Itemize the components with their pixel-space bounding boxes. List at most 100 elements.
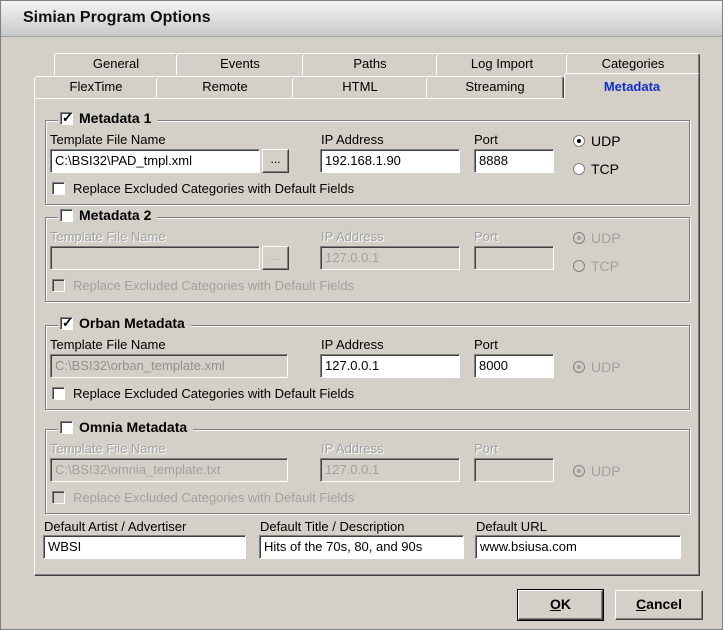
metadata1-replace-checkbox[interactable]: Replace Excluded Categories with Default… [52, 181, 354, 196]
checkbox-box [52, 387, 65, 400]
omnia-template-input[interactable]: C:\BSI32\omnia_template.txt [50, 458, 288, 482]
orban-replace-checkbox[interactable]: Replace Excluded Categories with Default… [52, 386, 354, 401]
orban-ip-input[interactable]: 127.0.0.1 [320, 354, 460, 378]
default-title-label: Default Title / Description [260, 519, 405, 534]
replace-label: Replace Excluded Categories with Default… [73, 490, 355, 505]
tab-label: Events [220, 56, 260, 71]
udp-label: UDP [591, 230, 621, 246]
default-url-input[interactable]: www.bsiusa.com [475, 535, 681, 559]
checkbox-box [52, 279, 65, 292]
ip-label: IP Address [321, 441, 384, 456]
window-title: Simian Program Options [23, 9, 211, 26]
omnia-port-input[interactable] [474, 458, 554, 482]
default-artist-label: Default Artist / Advertiser [44, 519, 187, 534]
port-label: Port [474, 132, 498, 147]
orban-port-input[interactable]: 8000 [474, 354, 554, 378]
metadata2-group: Metadata 2 Template File Name ... IP Add… [45, 207, 690, 302]
tab-flextime[interactable]: FlexTime [34, 76, 158, 98]
tab-label: Paths [353, 56, 387, 71]
default-artist-input[interactable]: WBSI [43, 535, 246, 559]
metadata-panel: Metadata 1 Template File Name C:\BSI32\P… [34, 98, 700, 576]
metadata1-ip-input[interactable]: 192.168.1.90 [320, 149, 460, 173]
radio-dot [573, 260, 585, 272]
metadata2-title: Metadata 2 [79, 207, 152, 223]
metadata2-port-input[interactable] [474, 246, 554, 270]
tab-label: Streaming [465, 79, 525, 94]
omnia-ip-input[interactable]: 127.0.0.1 [320, 458, 460, 482]
ok-label-rest: K [560, 596, 571, 612]
udp-label: UDP [591, 359, 621, 375]
metadata1-udp-radio[interactable]: UDP [573, 133, 621, 149]
metadata2-legend[interactable]: Metadata 2 [58, 207, 158, 223]
tcp-label: TCP [591, 161, 619, 177]
radio-dot [573, 232, 585, 244]
metadata1-enable-checkbox[interactable] [60, 110, 73, 126]
orban-enable-checkbox[interactable] [60, 315, 73, 331]
metadata2-browse-button[interactable]: ... [262, 246, 289, 270]
tab-metadata[interactable]: Metadata [564, 73, 700, 99]
metadata2-tcp-radio[interactable]: TCP [573, 258, 619, 274]
tab-categories[interactable]: Categories [566, 53, 700, 75]
metadata1-legend[interactable]: Metadata 1 [58, 110, 158, 126]
port-label: Port [474, 337, 498, 352]
cancel-button[interactable]: Cancel [615, 590, 703, 620]
orban-legend[interactable]: Orban Metadata [58, 315, 191, 331]
tab-label: General [92, 56, 140, 71]
tab-events[interactable]: Events [176, 53, 304, 75]
replace-label: Replace Excluded Categories with Default… [73, 386, 355, 401]
tab-label: FlexTime [69, 79, 123, 94]
orban-template-input[interactable]: C:\BSI32\orban_template.xml [50, 354, 288, 378]
metadata1-port-input[interactable]: 8888 [474, 149, 554, 173]
metadata2-udp-radio[interactable]: UDP [573, 230, 621, 246]
tab-streaming[interactable]: Streaming [426, 76, 564, 98]
tab-remote[interactable]: Remote [156, 76, 294, 98]
ok-button[interactable]: OK [517, 589, 604, 621]
default-title-input[interactable]: Hits of the 70s, 80, and 90s [259, 535, 464, 559]
metadata2-template-input[interactable] [50, 246, 260, 270]
tab-label: HTML [342, 79, 378, 94]
tcp-label: TCP [591, 258, 619, 274]
metadata1-title: Metadata 1 [79, 110, 152, 126]
port-label: Port [474, 229, 498, 244]
template-label: Template File Name [50, 337, 166, 352]
omnia-legend[interactable]: Omnia Metadata [58, 419, 194, 435]
radio-dot [573, 361, 585, 373]
orban-title: Orban Metadata [79, 315, 185, 331]
tab-paths[interactable]: Paths [302, 53, 438, 75]
metadata1-group: Metadata 1 Template File Name C:\BSI32\P… [45, 110, 690, 205]
default-url-label: Default URL [476, 519, 547, 534]
checkbox-box [52, 182, 65, 195]
metadata1-browse-button[interactable]: ... [262, 149, 289, 173]
radio-dot [573, 465, 585, 477]
tab-label: Remote [202, 79, 248, 94]
omnia-replace-checkbox[interactable]: Replace Excluded Categories with Default… [52, 490, 354, 505]
cancel-mnemonic: C [636, 596, 647, 612]
metadata1-template-input[interactable]: C:\BSI32\PAD_tmpl.xml [50, 149, 260, 173]
omnia-udp-radio[interactable]: UDP [573, 463, 621, 479]
ip-label: IP Address [321, 229, 384, 244]
ok-mnemonic: O [549, 596, 561, 612]
radio-dot [573, 163, 585, 175]
tab-general[interactable]: General [54, 53, 178, 75]
orban-udp-radio[interactable]: UDP [573, 359, 621, 375]
omnia-title: Omnia Metadata [79, 419, 188, 435]
tab-html[interactable]: HTML [292, 76, 428, 98]
metadata2-replace-checkbox[interactable]: Replace Excluded Categories with Default… [52, 278, 354, 293]
tab-label: Log Import [470, 56, 534, 71]
replace-label: Replace Excluded Categories with Default… [73, 278, 355, 293]
ip-label: IP Address [321, 132, 384, 147]
tab-log-import[interactable]: Log Import [436, 53, 568, 75]
metadata2-ip-input[interactable]: 127.0.0.1 [320, 246, 460, 270]
udp-label: UDP [591, 463, 621, 479]
options-dialog: Simian Program Options General Events Pa… [0, 0, 723, 630]
tab-label: Categories [601, 56, 665, 71]
template-label: Template File Name [50, 229, 166, 244]
metadata1-tcp-radio[interactable]: TCP [573, 161, 619, 177]
tab-label: Metadata [603, 79, 661, 94]
omnia-group: Omnia Metadata Template File Name C:\BSI… [45, 419, 690, 514]
omnia-enable-checkbox[interactable] [60, 420, 73, 434]
title-bar: Simian Program Options [1, 1, 722, 37]
metadata2-enable-checkbox[interactable] [60, 208, 73, 222]
cancel-label-rest: ancel [646, 596, 682, 612]
udp-label: UDP [591, 133, 621, 149]
